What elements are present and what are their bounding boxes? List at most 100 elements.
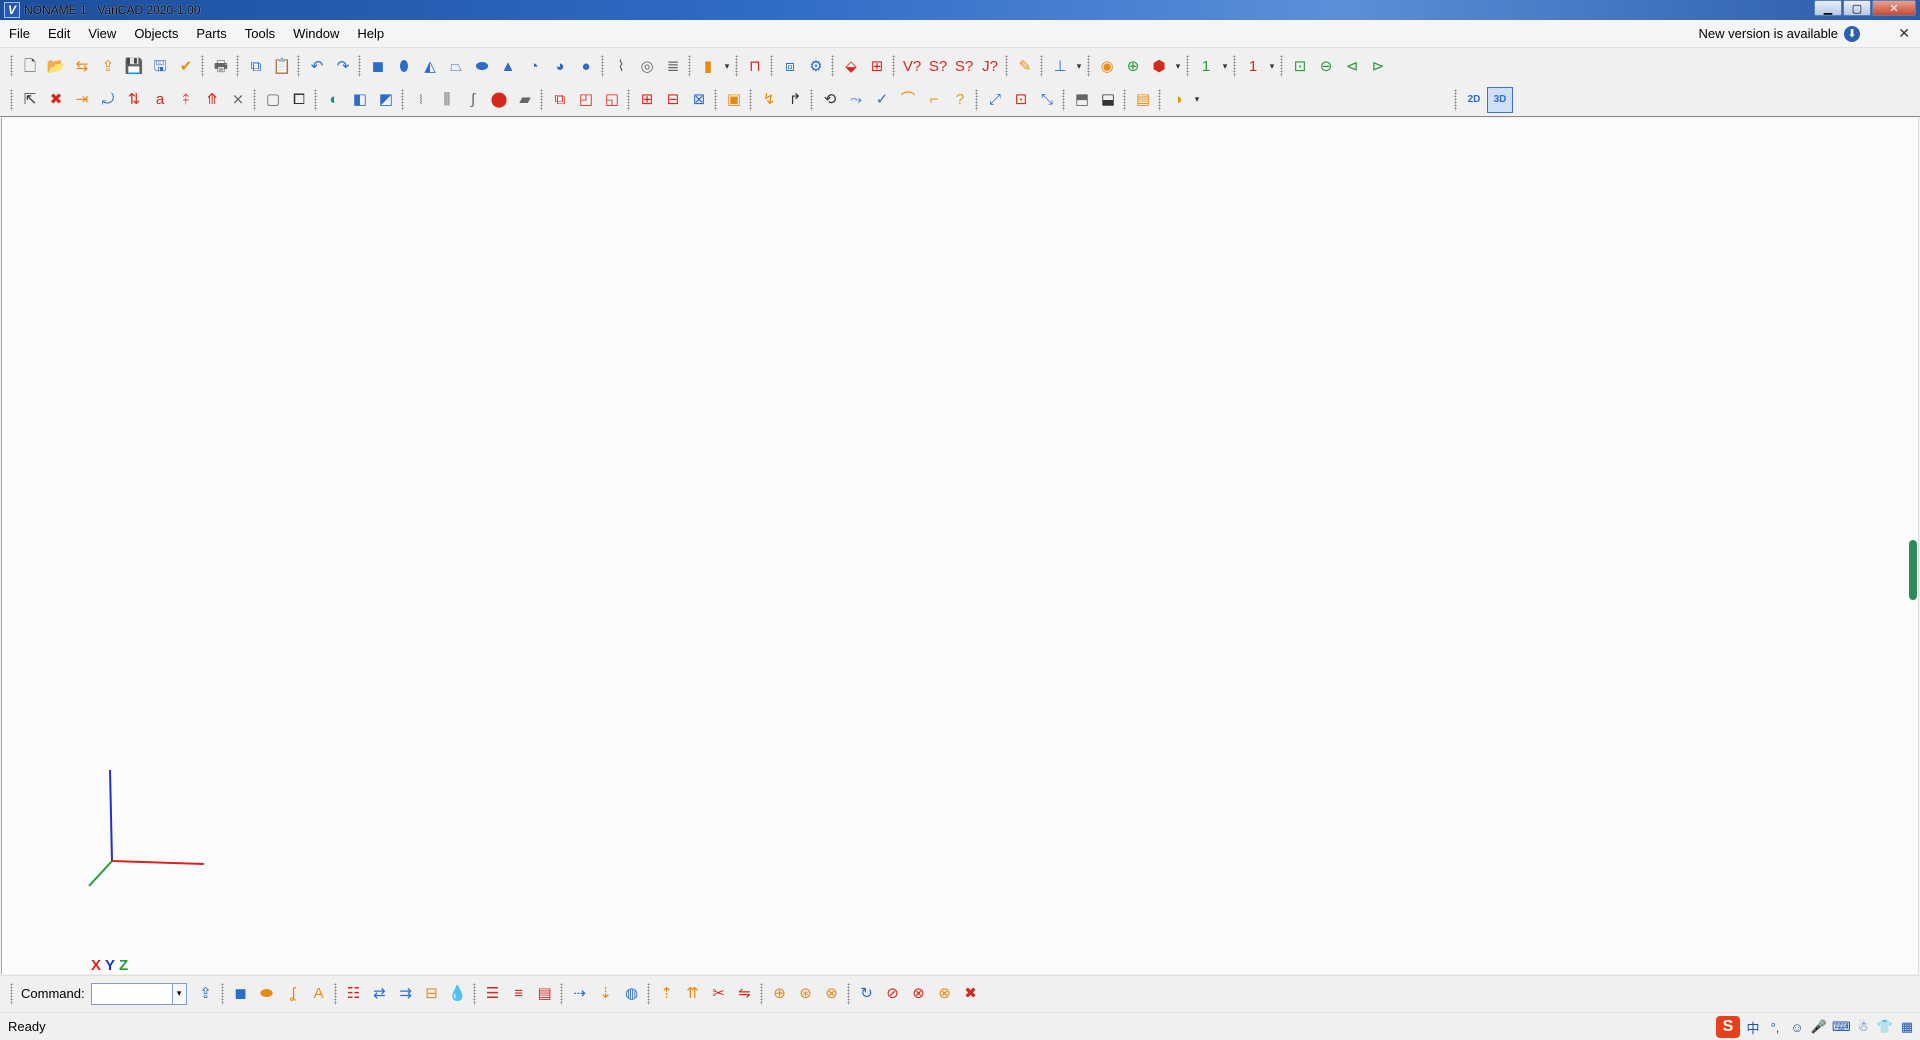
copy-icon[interactable]: ⧉ <box>243 53 269 79</box>
truncated-cone-icon[interactable]: ⏢ <box>443 53 469 79</box>
hook-icon[interactable]: ʃ <box>460 87 486 113</box>
frame-icon[interactable]: ▣ <box>721 87 747 113</box>
select-object-icon[interactable]: ⇱ <box>17 87 43 113</box>
shading-box-icon[interactable]: ◩ <box>373 87 399 113</box>
layer-red-dropdown-icon[interactable]: ▾ <box>1266 53 1278 79</box>
ime-sogou-icon[interactable]: S <box>1716 1016 1740 1038</box>
dimension-arrow-icon[interactable]: ⤡ <box>1034 87 1060 113</box>
plate-icon[interactable]: ▰ <box>512 87 538 113</box>
library-part-icon[interactable]: ▮ <box>695 53 721 79</box>
shading-icon[interactable]: ◧ <box>347 87 373 113</box>
library-dropdown-icon[interactable]: ▾ <box>721 53 733 79</box>
cancel-refresh-icon[interactable]: ⊘ <box>880 981 906 1007</box>
ime-chinese-icon[interactable]: 中 <box>1744 1018 1762 1037</box>
boolean-cut-icon[interactable]: ◰ <box>573 87 599 113</box>
assembly-tree-icon[interactable]: ☷ <box>341 981 367 1007</box>
section-view-icon[interactable]: ⬒ <box>1069 87 1095 113</box>
thread-icon[interactable]: ⧙ <box>408 87 434 113</box>
cancel-red-icon[interactable]: ✖ <box>958 981 984 1007</box>
menu-tools[interactable]: Tools <box>236 22 284 46</box>
cancel-all-icon[interactable]: ⊗ <box>906 981 932 1007</box>
zoom-window-icon[interactable]: ⊕ <box>1120 53 1146 79</box>
pyramid-solid-icon[interactable]: ▲ <box>495 53 521 79</box>
text-attribute-icon[interactable]: a <box>147 87 173 113</box>
measure-icon[interactable]: ⊥ <box>1047 53 1073 79</box>
vertical-scrollbar-thumb[interactable] <box>1909 540 1917 600</box>
joint-query-icon[interactable]: J? <box>977 53 1003 79</box>
toolbar-grip[interactable] <box>10 982 13 1005</box>
zoom-out-icon[interactable]: ⊖ <box>1313 53 1339 79</box>
save-all-icon[interactable]: 🖫 <box>147 53 173 79</box>
mode-3d-icon[interactable]: 3D <box>1487 87 1513 113</box>
ellipsoid-solid-icon[interactable]: ◕ <box>547 53 573 79</box>
minimize-button[interactable]: ▁ <box>1814 0 1842 16</box>
ime-shirt-icon[interactable]: 👕 <box>1876 1019 1894 1035</box>
unfold-query-icon[interactable]: ↱ <box>782 87 808 113</box>
color-palette-icon[interactable]: ◐ <box>321 87 347 113</box>
undo-icon[interactable]: ↶ <box>304 53 330 79</box>
move-icon[interactable]: ⇥ <box>69 87 95 113</box>
pipe-cut-icon[interactable]: ✂ <box>706 981 732 1007</box>
layer-one-icon[interactable]: 1 <box>1193 53 1219 79</box>
red-solid-icon[interactable]: ⬤ <box>486 87 512 113</box>
zoom-next-icon[interactable]: ⊳ <box>1365 53 1391 79</box>
section-transfer-icon[interactable]: ⬓ <box>1095 87 1121 113</box>
open-file-icon[interactable]: 📂 <box>43 53 69 79</box>
sheet-flat-icon[interactable]: ⇣ <box>593 981 619 1007</box>
surface-query-icon[interactable]: S? <box>925 53 951 79</box>
snap-icon[interactable]: ⨯ <box>225 87 251 113</box>
command-input[interactable] <box>90 982 173 1005</box>
command-history-dropdown[interactable]: ▾ <box>172 982 187 1005</box>
paste-icon[interactable]: 📋 <box>269 53 295 79</box>
weld-add-icon[interactable]: ⊕ <box>767 981 793 1007</box>
mirror-icon[interactable]: ⇅ <box>121 87 147 113</box>
sphere-solid-icon[interactable]: ● <box>573 53 599 79</box>
group-remove-icon[interactable]: ⊟ <box>660 87 686 113</box>
ime-emoji-icon[interactable]: ☺ <box>1788 1020 1806 1035</box>
copy-transform-icon[interactable]: ⤊ <box>199 87 225 113</box>
text-3d-icon[interactable]: A <box>306 981 332 1007</box>
section-query-icon[interactable]: S? <box>951 53 977 79</box>
menu-parts[interactable]: Parts <box>187 22 235 46</box>
export-icon[interactable]: ⇪ <box>193 981 219 1007</box>
multi-thread-icon[interactable]: ⫼ <box>434 87 460 113</box>
new-version-notice[interactable]: New version is available ⬇ <box>1699 25 1860 42</box>
assembly-folder-icon[interactable]: ⊟ <box>419 981 445 1007</box>
ime-mic-icon[interactable]: 🎤 <box>1810 1019 1828 1035</box>
group-add-icon[interactable]: ⊞ <box>634 87 660 113</box>
view-previous-icon[interactable]: ◉ <box>1094 53 1120 79</box>
mode-2d-icon[interactable]: 2D <box>1461 87 1487 113</box>
line-check-icon[interactable]: ✓ <box>869 87 895 113</box>
ime-keyboard-icon[interactable]: ⌨ <box>1832 1019 1851 1035</box>
solid-grid-icon[interactable]: ⊞ <box>864 53 890 79</box>
ime-grid-icon[interactable]: ▦ <box>1898 1019 1916 1035</box>
bom-red-icon[interactable]: ☰ <box>480 981 506 1007</box>
volume-query-icon[interactable]: V? <box>899 53 925 79</box>
toolbar-grip[interactable] <box>10 88 13 111</box>
redo-icon[interactable]: ↷ <box>330 53 356 79</box>
save-as-icon[interactable]: ✔ <box>173 53 199 79</box>
axis-move-icon[interactable]: ⤢ <box>982 87 1008 113</box>
zoom-previous-icon[interactable]: ⊲ <box>1339 53 1365 79</box>
cylinder-solid-icon[interactable]: ⬮ <box>391 53 417 79</box>
wire-cube-icon[interactable]: ⧠ <box>286 87 312 113</box>
solid-move-icon[interactable]: ⬙ <box>838 53 864 79</box>
ime-user-icon[interactable]: ☃ <box>1854 1019 1872 1035</box>
magnet-icon[interactable]: ⊓ <box>742 53 768 79</box>
boolean-intersect-icon[interactable]: ◱ <box>599 87 625 113</box>
weld-remove-icon[interactable]: ⊗ <box>819 981 845 1007</box>
delete-icon[interactable]: ✖ <box>43 87 69 113</box>
view-cube-icon[interactable]: ⬢ <box>1146 53 1172 79</box>
path-query-icon[interactable]: ⤳ <box>843 87 869 113</box>
view-cube-dropdown-icon[interactable]: ▾ <box>1172 53 1184 79</box>
bom-list-icon[interactable]: ≡ <box>506 981 532 1007</box>
transform-icon[interactable]: ⤉ <box>173 87 199 113</box>
toolbar-grip[interactable] <box>10 55 13 77</box>
pipe-branch-icon[interactable]: ⇈ <box>680 981 706 1007</box>
group-edit-icon[interactable]: ⊠ <box>686 87 712 113</box>
path-edit-icon[interactable]: ⟲ <box>817 87 843 113</box>
solid-box-icon[interactable]: ◼ <box>228 981 254 1007</box>
edge-fillet-icon[interactable]: ⌒ <box>895 87 921 113</box>
save-icon[interactable]: 💾 <box>121 53 147 79</box>
new-version-text[interactable]: New version is available <box>1699 26 1838 41</box>
